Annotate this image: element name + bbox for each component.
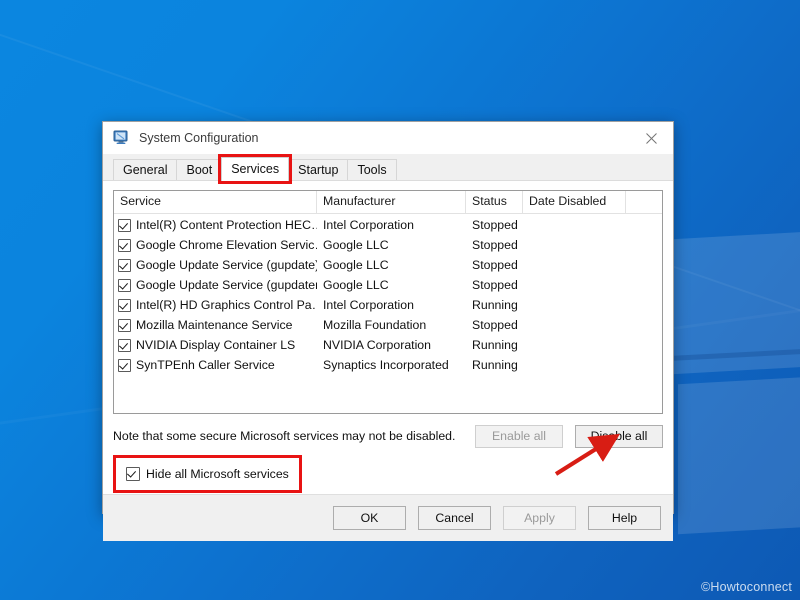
column-header-manufacturer[interactable]: Manufacturer bbox=[317, 191, 466, 213]
apply-button[interactable]: Apply bbox=[503, 506, 576, 530]
services-tab-panel: Service Manufacturer Status Date Disable… bbox=[103, 180, 673, 494]
cell-service: NVIDIA Display Container LS bbox=[114, 338, 317, 352]
cell-manufacturer: Google LLC bbox=[317, 258, 466, 272]
disable-all-button[interactable]: Disable all bbox=[575, 425, 663, 448]
cell-service: Google Update Service (gupdatem) bbox=[114, 278, 317, 292]
row-checkbox[interactable] bbox=[118, 259, 131, 272]
table-row[interactable]: Intel(R) Content Protection HEC…Intel Co… bbox=[114, 215, 662, 235]
ok-button[interactable]: OK bbox=[333, 506, 406, 530]
tab-boot[interactable]: Boot bbox=[176, 159, 222, 181]
cell-status: Running bbox=[466, 358, 523, 372]
row-checkbox[interactable] bbox=[118, 359, 131, 372]
cell-status: Stopped bbox=[466, 278, 523, 292]
table-row[interactable]: Google Update Service (gupdate)Google LL… bbox=[114, 255, 662, 275]
help-button[interactable]: Help bbox=[588, 506, 661, 530]
table-row[interactable]: NVIDIA Display Container LS NVIDIA Corpor… bbox=[114, 335, 662, 355]
row-checkbox[interactable] bbox=[118, 219, 131, 232]
cell-status: Stopped bbox=[466, 318, 523, 332]
list-actions-row: Note that some secure Microsoft services… bbox=[113, 420, 663, 452]
service-name: Google Update Service (gupdate) bbox=[136, 258, 317, 272]
service-name: Mozilla Maintenance Service bbox=[136, 318, 293, 332]
cell-status: Stopped bbox=[466, 218, 523, 232]
windows-logo-pane bbox=[678, 366, 800, 534]
cell-manufacturer: Intel Corporation bbox=[317, 298, 466, 312]
cell-service: Mozilla Maintenance Service bbox=[114, 318, 317, 332]
cell-manufacturer: Google LLC bbox=[317, 238, 466, 252]
tab-general[interactable]: General bbox=[113, 159, 177, 181]
checkbox-icon bbox=[126, 467, 140, 481]
cell-service: SynTPEnh Caller Service bbox=[114, 358, 317, 372]
cell-manufacturer: Synaptics Incorporated bbox=[317, 358, 466, 372]
service-name: SynTPEnh Caller Service bbox=[136, 358, 275, 372]
hide-microsoft-services-label: Hide all Microsoft services bbox=[146, 467, 289, 481]
services-list-header: Service Manufacturer Status Date Disable… bbox=[114, 191, 662, 214]
system-configuration-dialog: System Configuration General Boot Servic… bbox=[102, 121, 674, 514]
cell-status: Stopped bbox=[466, 258, 523, 272]
close-icon[interactable] bbox=[629, 123, 673, 154]
title-bar: System Configuration bbox=[103, 122, 673, 154]
service-name: Google Update Service (gupdatem) bbox=[136, 278, 317, 292]
services-list-rows: Intel(R) Content Protection HEC…Intel Co… bbox=[114, 214, 662, 413]
cell-service: Intel(R) HD Graphics Control Pa… bbox=[114, 298, 317, 312]
cell-status: Stopped bbox=[466, 238, 523, 252]
cell-service: Google Chrome Elevation Servic… bbox=[114, 238, 317, 252]
column-header-spacer bbox=[626, 191, 662, 213]
enable-all-button[interactable]: Enable all bbox=[475, 425, 563, 448]
cell-service: Google Update Service (gupdate) bbox=[114, 258, 317, 272]
table-row[interactable]: Intel(R) HD Graphics Control Pa…Intel Co… bbox=[114, 295, 662, 315]
dialog-footer: OK Cancel Apply Help bbox=[103, 494, 673, 541]
system-configuration-icon bbox=[113, 130, 130, 146]
cell-manufacturer: Mozilla Foundation bbox=[317, 318, 466, 332]
tab-strip: General Boot Services Startup Tools bbox=[103, 154, 673, 181]
service-name: Intel(R) Content Protection HEC… bbox=[136, 218, 317, 232]
tab-services[interactable]: Services bbox=[221, 157, 289, 181]
row-checkbox[interactable] bbox=[118, 279, 131, 292]
column-header-service[interactable]: Service bbox=[114, 191, 317, 213]
table-row[interactable]: Google Update Service (gupdatem)Google L… bbox=[114, 275, 662, 295]
column-header-status[interactable]: Status bbox=[466, 191, 523, 213]
row-checkbox[interactable] bbox=[118, 239, 131, 252]
table-row[interactable]: Mozilla Maintenance Service Mozilla Found… bbox=[114, 315, 662, 335]
secure-services-note: Note that some secure Microsoft services… bbox=[113, 429, 475, 443]
service-name: Google Chrome Elevation Servic… bbox=[136, 238, 317, 252]
cell-manufacturer: Intel Corporation bbox=[317, 218, 466, 232]
cancel-button[interactable]: Cancel bbox=[418, 506, 491, 530]
service-name: NVIDIA Display Container LS bbox=[136, 338, 295, 352]
cell-status: Running bbox=[466, 338, 523, 352]
tab-startup[interactable]: Startup bbox=[288, 159, 348, 181]
services-list[interactable]: Service Manufacturer Status Date Disable… bbox=[113, 190, 663, 414]
table-row[interactable]: Google Chrome Elevation Servic…Google LL… bbox=[114, 235, 662, 255]
row-checkbox[interactable] bbox=[118, 299, 131, 312]
row-checkbox[interactable] bbox=[118, 319, 131, 332]
cell-service: Intel(R) Content Protection HEC… bbox=[114, 218, 317, 232]
row-checkbox[interactable] bbox=[118, 339, 131, 352]
watermark: ©Howtoconnect bbox=[701, 580, 792, 594]
hide-microsoft-row: Hide all Microsoft services bbox=[113, 454, 663, 494]
cell-status: Running bbox=[466, 298, 523, 312]
cell-manufacturer: Google LLC bbox=[317, 278, 466, 292]
service-name: Intel(R) HD Graphics Control Pa… bbox=[136, 298, 317, 312]
table-row[interactable]: SynTPEnh Caller Service Synaptics Incorpo… bbox=[114, 355, 662, 375]
tab-tools[interactable]: Tools bbox=[347, 159, 396, 181]
hide-microsoft-services-checkbox[interactable]: Hide all Microsoft services bbox=[113, 455, 302, 493]
window-title: System Configuration bbox=[139, 131, 629, 145]
cell-manufacturer: NVIDIA Corporation bbox=[317, 338, 466, 352]
column-header-date-disabled[interactable]: Date Disabled bbox=[523, 191, 626, 213]
